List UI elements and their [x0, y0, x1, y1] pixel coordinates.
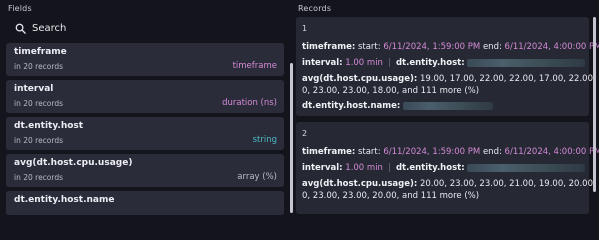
record-index: 1	[302, 24, 308, 33]
search-input[interactable]: Search	[32, 23, 66, 34]
fields-pane-label: Fields	[8, 4, 32, 13]
record-card: 1 timeframe: start: 6/11/2024, 1:59:00 P…	[296, 17, 599, 116]
divider	[388, 58, 390, 67]
host-key: dt.entity.host:	[395, 163, 465, 173]
avg-values-line1: 19.00, 17.00, 22.00, 22.00, 17.00, 22.00…	[419, 74, 599, 84]
end-label: end:	[482, 147, 502, 157]
record-avg-line1: avg(dt.host.cpu.usage): 20.00, 23.00, 23…	[302, 179, 599, 189]
field-name: dt.entity.host.name	[14, 195, 115, 205]
field-name: timeframe	[14, 47, 67, 57]
redacted-hostname-value	[402, 101, 493, 110]
interval-value: 1.00 min	[345, 163, 383, 173]
avg-key: avg(dt.host.cpu.usage):	[302, 74, 418, 84]
interval-key: interval:	[302, 163, 343, 173]
end-value: 6/11/2024, 4:00:00 PM	[504, 147, 599, 157]
field-type: array (%)	[237, 172, 277, 182]
fields-pane: Search timeframe in 20 records timeframe…	[6, 17, 293, 215]
field-item-dt-entity-host[interactable]: dt.entity.host in 20 records string	[6, 117, 284, 150]
divider	[388, 163, 390, 172]
hostname-key: dt.entity.host.name:	[302, 101, 401, 111]
field-item-timeframe[interactable]: timeframe in 20 records timeframe	[6, 43, 284, 76]
field-item-avg-cpu-usage[interactable]: avg(dt.host.cpu.usage) in 20 records arr…	[6, 154, 284, 187]
search-field[interactable]: Search	[6, 17, 284, 40]
field-name: interval	[14, 84, 54, 94]
field-item-interval[interactable]: interval in 20 records duration (ns)	[6, 80, 284, 113]
search-icon	[15, 19, 26, 38]
redacted-host-value	[467, 58, 586, 67]
record-hostname: dt.entity.host.name:	[302, 101, 493, 111]
record-index: 2	[302, 129, 308, 138]
record-interval: interval: 1.00 min dt.entity.host:	[302, 58, 586, 68]
field-count: in 20 records	[14, 136, 64, 145]
start-label: start:	[357, 42, 381, 52]
timeframe-key: timeframe:	[302, 147, 356, 157]
records-pane: 1 timeframe: start: 6/11/2024, 1:59:00 P…	[296, 17, 599, 214]
avg-values-line1: 20.00, 23.00, 23.00, 21.00, 19.00, 20.00…	[419, 179, 599, 189]
record-timeframe: timeframe: start: 6/11/2024, 1:59:00 PM …	[302, 42, 599, 52]
host-key: dt.entity.host:	[395, 58, 465, 68]
record-card: 2 timeframe: start: 6/11/2024, 1:59:00 P…	[296, 122, 599, 214]
avg-values-line2: 0, 23.00, 23.00, 20.00, and 111 more (%)	[302, 191, 480, 201]
field-count: in 20 records	[14, 62, 64, 71]
field-count: in 20 records	[14, 99, 64, 108]
field-type: timeframe	[232, 61, 277, 71]
interval-value: 1.00 min	[345, 58, 383, 68]
record-avg-line1: avg(dt.host.cpu.usage): 19.00, 17.00, 22…	[302, 74, 599, 84]
record-interval: interval: 1.00 min dt.entity.host:	[302, 163, 586, 173]
start-value: 6/11/2024, 1:59:00 PM	[383, 42, 481, 52]
start-label: start:	[357, 147, 381, 157]
fields-scrollbar[interactable]	[290, 63, 293, 213]
avg-key: avg(dt.host.cpu.usage):	[302, 179, 418, 189]
end-value: 6/11/2024, 4:00:00 PM	[504, 42, 599, 52]
record-timeframe: timeframe: start: 6/11/2024, 1:59:00 PM …	[302, 147, 599, 157]
records-scrollbar[interactable]	[593, 17, 596, 192]
timeframe-key: timeframe:	[302, 42, 356, 52]
field-name: dt.entity.host	[14, 121, 84, 131]
field-type: duration (ns)	[222, 98, 277, 108]
start-value: 6/11/2024, 1:59:00 PM	[383, 147, 481, 157]
redacted-host-value	[467, 163, 586, 172]
records-pane-label: Records	[298, 4, 332, 13]
end-label: end:	[482, 42, 502, 52]
field-type: string	[252, 135, 277, 145]
avg-values-line2: 0, 23.00, 23.00, 18.00, and 111 more (%)	[302, 86, 480, 96]
field-name: avg(dt.host.cpu.usage)	[14, 158, 133, 168]
field-count: in 20 records	[14, 173, 64, 182]
field-item-dt-entity-host-name[interactable]: dt.entity.host.name	[6, 191, 284, 215]
interval-key: interval:	[302, 58, 343, 68]
